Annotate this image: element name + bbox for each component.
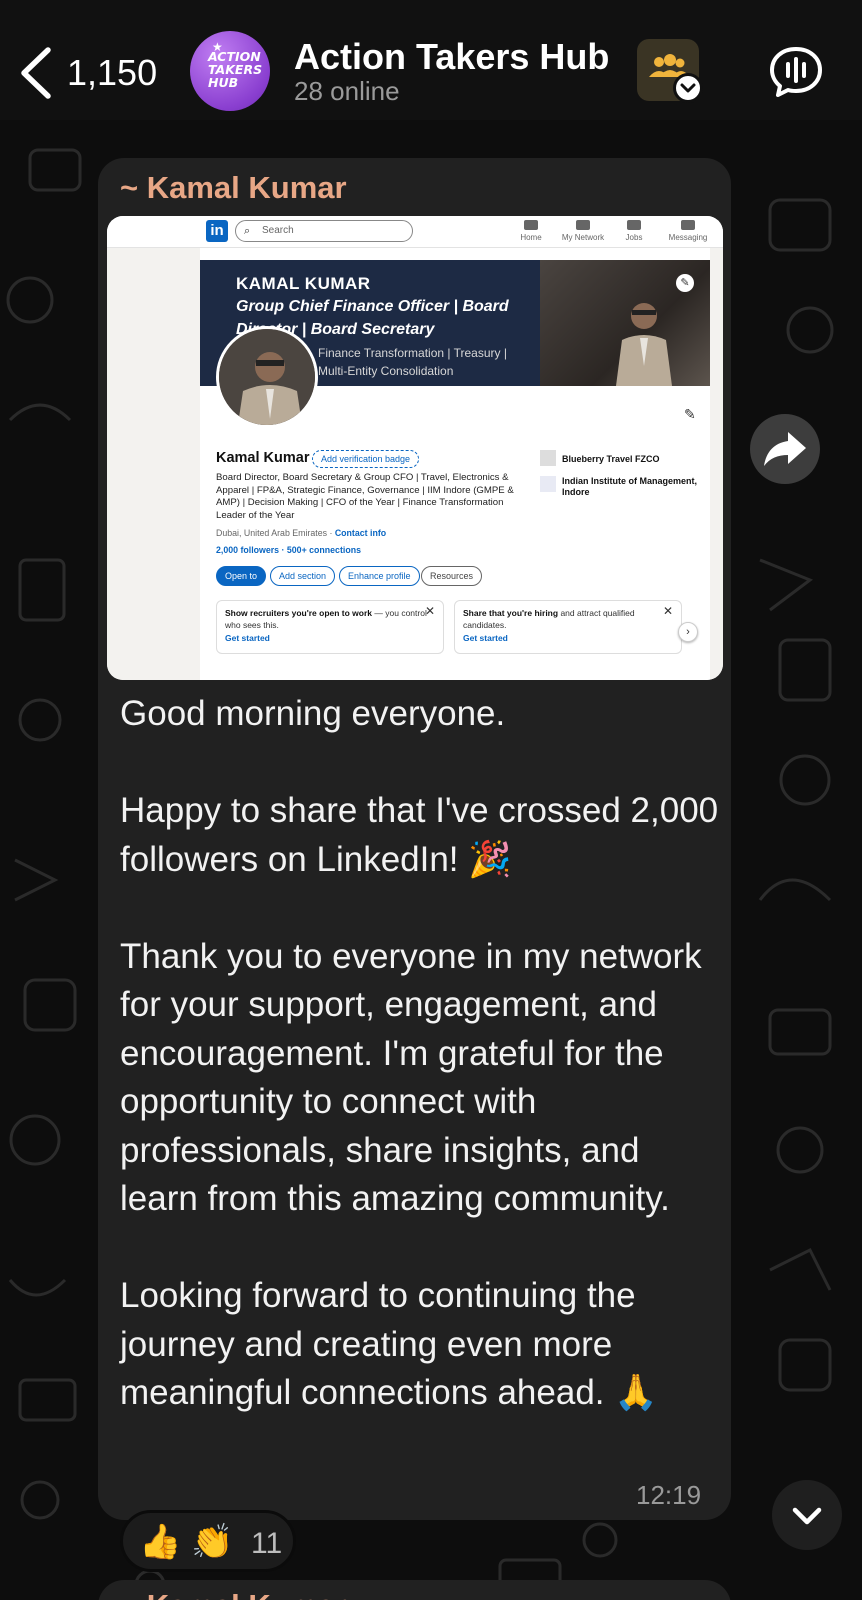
- profile-headline: Board Director, Board Secretary & Group …: [216, 472, 514, 521]
- message-sender[interactable]: ~ Kamal Kumar: [120, 170, 347, 206]
- unread-count[interactable]: 1,150: [67, 52, 157, 94]
- school-logo-icon: [540, 476, 556, 492]
- nav-messaging: Messaging: [658, 220, 718, 242]
- close-icon: ✕: [662, 604, 673, 618]
- profile-photo: [216, 326, 318, 428]
- profile-name: Kamal Kumar: [216, 450, 310, 466]
- briefcase-icon: [627, 220, 641, 230]
- close-icon: ✕: [424, 604, 435, 618]
- chevron-left-icon[interactable]: [18, 44, 58, 102]
- chevron-down-badge-icon: [673, 73, 703, 103]
- forward-icon: [764, 432, 806, 466]
- banner-title-1: Group Chief Finance Officer | Board: [236, 298, 509, 315]
- linkedin-profile-card: KAMAL KUMAR Group Chief Finance Officer …: [200, 260, 710, 680]
- group-title[interactable]: Action Takers Hub: [294, 36, 609, 78]
- linkedin-logo-icon: in: [206, 220, 228, 242]
- enhance-profile-button: Enhance profile: [339, 566, 420, 586]
- add-section-button: Add section: [270, 566, 336, 586]
- profile-location: Dubai, United Arab Emirates · Contact in…: [216, 528, 387, 538]
- scroll-down-button[interactable]: [772, 1480, 842, 1550]
- verification-badge: Add verification badge: [312, 450, 420, 468]
- chevron-right-icon: ›: [678, 622, 698, 642]
- company-logo-icon: [540, 450, 556, 466]
- linkedin-bg-right: [710, 248, 723, 680]
- resources-button: Resources: [421, 566, 483, 586]
- message-time: 12:19: [636, 1480, 702, 1510]
- online-status: 28 online: [294, 76, 400, 106]
- open-to-button: Open to: [216, 566, 267, 586]
- voice-chat-icon[interactable]: [768, 45, 824, 97]
- nav-home: Home: [501, 220, 561, 242]
- linkedin-bg-left: [107, 248, 200, 680]
- group-avatar[interactable]: ★ ACTION TAKERS HUB: [190, 31, 270, 111]
- linkedin-search: ⌕ Search: [235, 220, 413, 242]
- org-school: Indian Institute of Management, Indore: [562, 476, 698, 497]
- org-company: Blueberry Travel FZCO: [562, 454, 660, 464]
- banner-title-4: Multi-Entity Consolidation: [318, 364, 454, 378]
- linkedin-topbar: in ⌕ Search Home My Network Jobs Messagi…: [107, 216, 723, 248]
- reaction-count: 11: [251, 1527, 283, 1560]
- next-message-sender: ~ Kamal Kumar: [120, 1588, 347, 1600]
- forward-button[interactable]: [750, 414, 820, 484]
- avatar-logo-text: ACTION TAKERS HUB: [208, 49, 263, 90]
- suggestion-hiring: Share that you're hiring and attract qua…: [454, 600, 682, 654]
- message-image[interactable]: in ⌕ Search Home My Network Jobs Messagi…: [107, 216, 723, 680]
- chat-header: 1,150 ★ ACTION TAKERS HUB Action Takers …: [0, 0, 862, 120]
- suggestion-open-to-work: Show recruiters you're open to work — yo…: [216, 600, 444, 654]
- clap-reaction: 👏: [191, 1522, 234, 1562]
- nav-jobs: Jobs: [604, 220, 664, 242]
- banner-title-3: Finance Transformation | Treasury |: [318, 346, 507, 360]
- edit-icon: ✎: [676, 274, 694, 292]
- chevron-down-icon: [792, 1507, 822, 1525]
- banner-person-image: [616, 303, 672, 386]
- pencil-icon: ✎: [684, 406, 696, 422]
- profile-followers: 2,000 followers · 500+ connections: [216, 545, 361, 555]
- banner-name: KAMAL KUMAR: [236, 274, 371, 293]
- home-icon: [524, 220, 538, 230]
- message-text[interactable]: Good morning everyone. Happy to share th…: [120, 690, 724, 1418]
- search-icon: ⌕: [244, 225, 251, 237]
- network-icon: [576, 220, 590, 230]
- reactions-pill[interactable]: 👍 👏 11: [120, 1510, 296, 1572]
- thumbs-up-reaction: 👍: [139, 1522, 182, 1562]
- messaging-icon: [681, 220, 695, 230]
